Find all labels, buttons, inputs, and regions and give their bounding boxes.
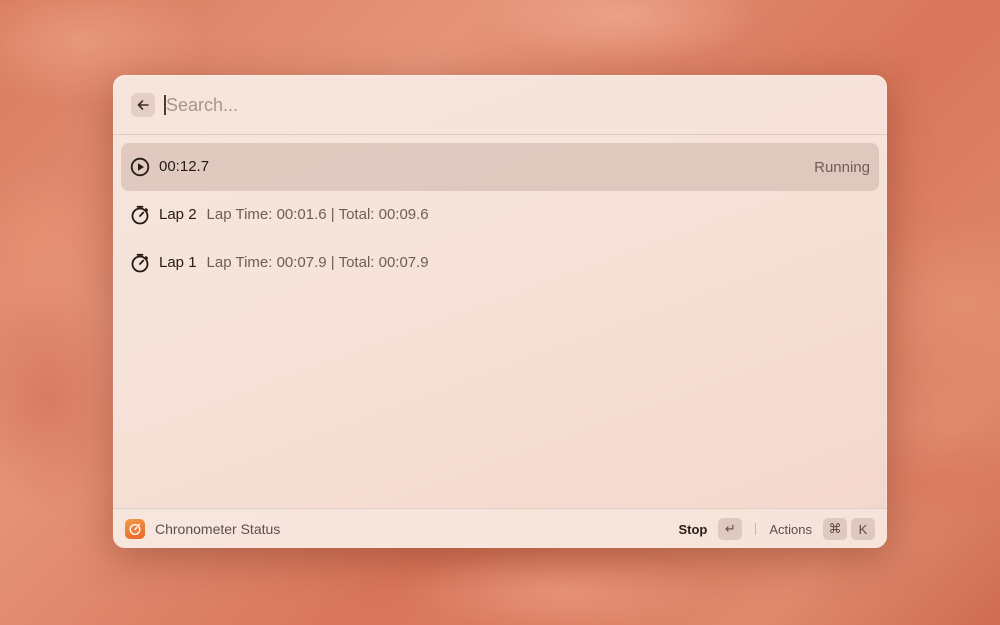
footer-actions: Stop ↵ Actions ⌘ K [678, 517, 875, 541]
text-cursor [164, 95, 166, 115]
list-item-title-row: Lap 1 Lap Time: 00:07.9 | Total: 00:07.9 [159, 254, 429, 271]
stop-action-button[interactable]: Stop [678, 522, 707, 537]
search-bar [113, 75, 887, 135]
list-item-title-row: 00:12.7 [159, 158, 209, 175]
chronometer-app-icon [125, 519, 145, 539]
list-item-subtitle: Lap Time: 00:01.6 | Total: 00:09.6 [206, 206, 429, 223]
k-key-icon: K [851, 518, 875, 540]
command-key-icon: ⌘ [823, 518, 847, 540]
play-circle-icon [130, 157, 150, 177]
list-item-title: 00:12.7 [159, 158, 210, 175]
list-item-subtitle: Lap Time: 00:07.9 | Total: 00:07.9 [206, 254, 429, 271]
command-title: Chronometer Status [155, 521, 281, 537]
launcher-window: 00:12.7 Running Lap 2 Lap Time: 00:01.6 |… [113, 75, 887, 548]
list-item-lap-2[interactable]: Lap 2 Lap Time: 00:01.6 | Total: 00:09.6 [121, 191, 879, 239]
list-item-title-row: Lap 2 Lap Time: 00:01.6 | Total: 00:09.6 [159, 206, 429, 223]
status-accessory: Running [814, 159, 870, 176]
list-item-title: Lap 1 [159, 254, 197, 271]
action-bar: Chronometer Status Stop ↵ Actions ⌘ K [113, 508, 887, 548]
list-item-timer[interactable]: 00:12.7 Running [121, 143, 879, 191]
stopwatch-icon [131, 205, 149, 225]
desktop-wallpaper: 00:12.7 Running Lap 2 Lap Time: 00:01.6 |… [0, 0, 1000, 625]
stopwatch-icon [131, 253, 149, 273]
divider [755, 523, 757, 535]
list-item-title: Lap 2 [159, 206, 197, 223]
list-item-lap-1[interactable]: Lap 1 Lap Time: 00:07.9 | Total: 00:07.9 [121, 239, 879, 287]
search-input[interactable] [164, 91, 846, 119]
results-list: 00:12.7 Running Lap 2 Lap Time: 00:01.6 |… [121, 143, 879, 287]
return-key-icon: ↵ [718, 518, 743, 540]
actions-button[interactable]: Actions [769, 522, 812, 537]
back-button[interactable] [131, 93, 155, 117]
arrow-left-icon [137, 100, 149, 110]
